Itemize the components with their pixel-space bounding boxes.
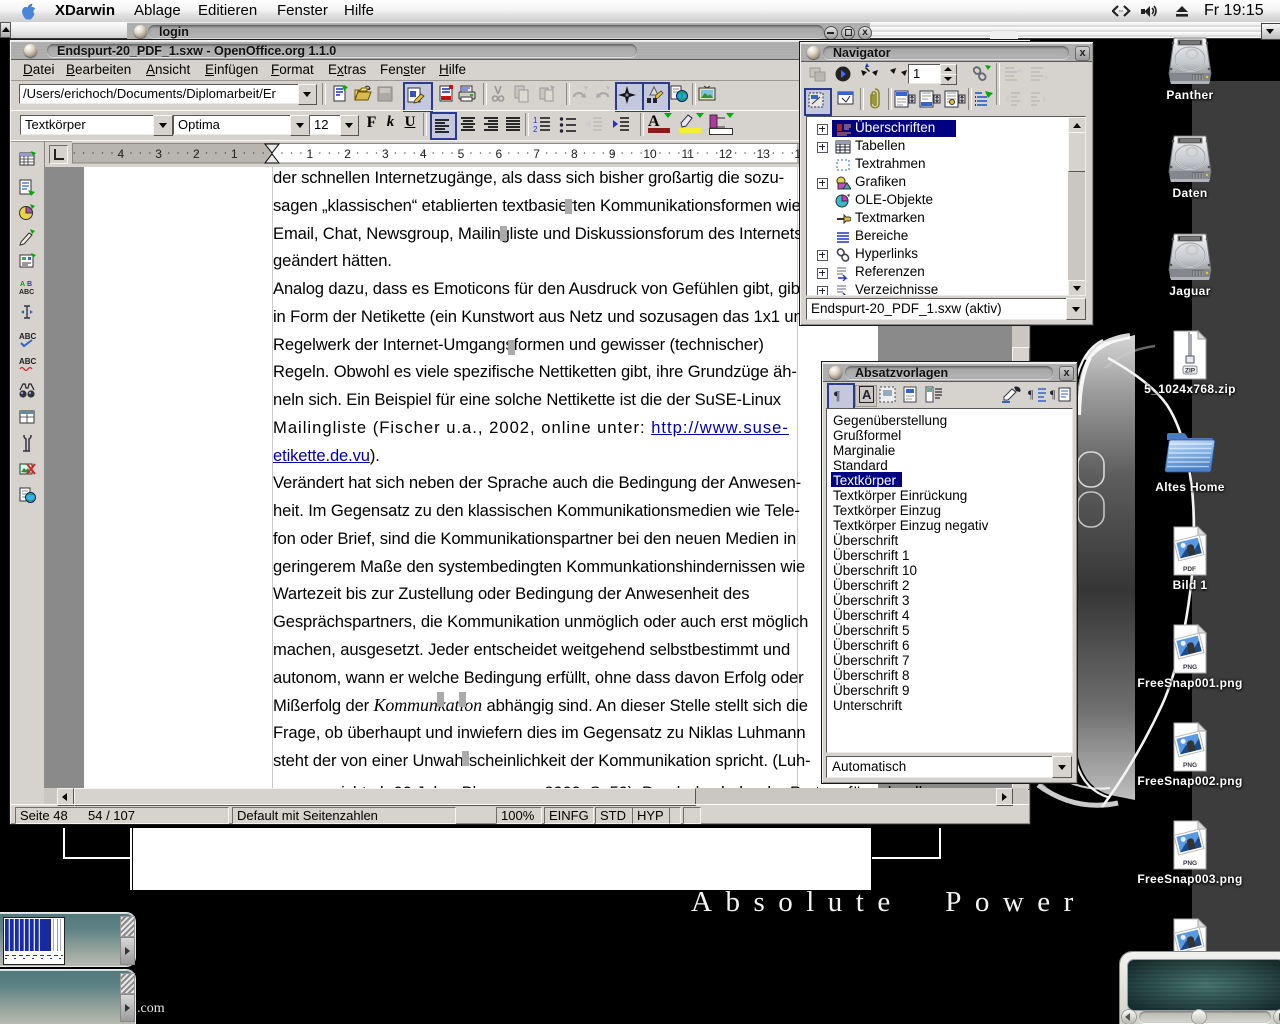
svg-text:ABC: ABC <box>19 289 34 296</box>
svg-text:1: 1 <box>231 147 238 161</box>
svg-text:1: 1 <box>533 116 538 125</box>
svg-text:PNG: PNG <box>1183 664 1197 671</box>
svg-text:2: 2 <box>193 147 200 161</box>
svg-text:4: 4 <box>117 147 124 161</box>
svg-text:9: 9 <box>609 147 616 161</box>
svg-text:ABC: ABC <box>19 357 36 366</box>
svg-text:7: 7 <box>533 147 540 161</box>
svg-text:B: B <box>27 281 32 288</box>
svg-text:10: 10 <box>643 147 657 161</box>
svg-text:8: 8 <box>571 147 578 161</box>
svg-text:A: A <box>20 281 25 288</box>
svg-text:¶: ¶ <box>1028 387 1034 401</box>
svg-text:6: 6 <box>495 147 502 161</box>
svg-text:5: 5 <box>458 147 465 161</box>
svg-text:3: 3 <box>155 147 162 161</box>
svg-text:¶: ¶ <box>1050 387 1056 401</box>
svg-text:PNG: PNG <box>1183 762 1197 769</box>
svg-text:13: 13 <box>757 147 771 161</box>
svg-text:3: 3 <box>382 147 389 161</box>
svg-text:1: 1 <box>306 147 313 161</box>
svg-text:12: 12 <box>719 147 733 161</box>
svg-text:4: 4 <box>420 147 427 161</box>
svg-text:ZIP: ZIP <box>1185 368 1196 375</box>
svg-text:ABC: ABC <box>19 332 36 341</box>
svg-text:2: 2 <box>344 147 351 161</box>
svg-text:¶: ¶ <box>834 388 840 403</box>
svg-text:2: 2 <box>533 125 538 134</box>
svg-text:11: 11 <box>681 147 694 161</box>
svg-text:PDF: PDF <box>1183 566 1196 573</box>
svg-text:PNG: PNG <box>1183 860 1197 867</box>
